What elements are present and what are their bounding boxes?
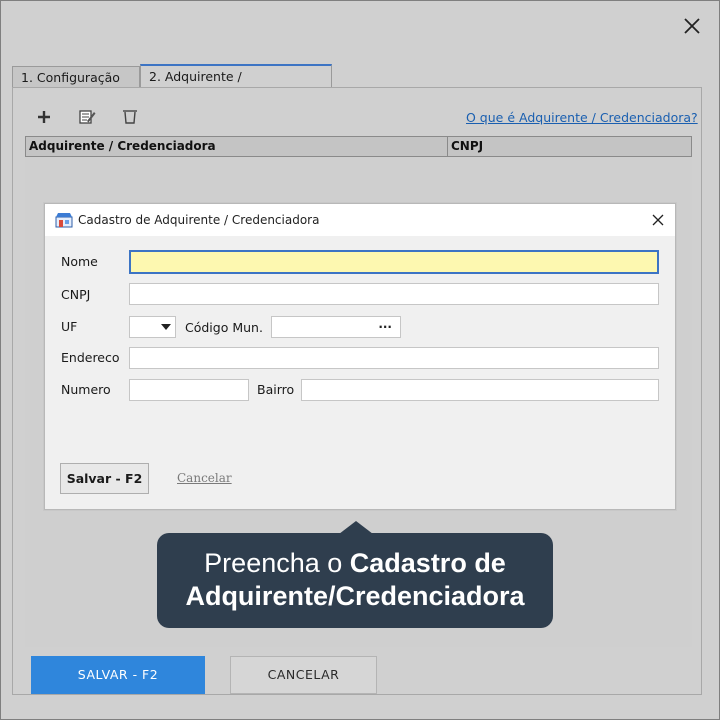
nome-label: Nome <box>61 254 98 269</box>
dialog-cancel-link[interactable]: Cancelar <box>177 471 232 485</box>
store-icon <box>55 213 73 228</box>
cancel-button[interactable]: CANCELAR <box>230 656 377 694</box>
instruction-tooltip: Preencha o Cadastro de Adquirente/Creden… <box>157 533 553 628</box>
tooltip-text-prefix: Preencha o <box>204 548 350 578</box>
codigo-mun-field[interactable]: ··· <box>271 316 401 338</box>
cadastro-dialog: Cadastro de Adquirente / Credenciadora N… <box>44 203 676 510</box>
uf-select[interactable] <box>129 316 176 338</box>
uf-label: UF <box>61 319 78 334</box>
endereco-field[interactable] <box>129 347 659 369</box>
dialog-title-bar: Cadastro de Adquirente / Credenciadora <box>45 204 675 236</box>
plus-icon[interactable] <box>34 107 54 127</box>
dialog-title: Cadastro de Adquirente / Credenciadora <box>78 213 320 227</box>
tab-adquirente-credenciadora[interactable]: 2. Adquirente / Credenciadora <box>140 64 332 106</box>
dialog-close-icon[interactable] <box>651 213 665 227</box>
column-header-cnpj[interactable]: CNPJ <box>448 137 691 156</box>
edit-icon[interactable] <box>77 107 97 127</box>
numero-field[interactable] <box>129 379 249 401</box>
column-header-adquirente[interactable]: Adquirente / Credenciadora <box>26 137 448 156</box>
trash-icon[interactable] <box>120 107 140 127</box>
close-icon[interactable] <box>680 14 704 38</box>
codigo-mun-label: Código Mun. <box>185 320 263 335</box>
save-button[interactable]: SALVAR - F2 <box>31 656 205 694</box>
grid-header: Adquirente / Credenciadora CNPJ <box>25 136 692 157</box>
help-link[interactable]: O que é Adquirente / Credenciadora? <box>466 110 698 125</box>
dialog-save-button[interactable]: Salvar - F2 <box>60 463 149 494</box>
tab-configuracao-tef[interactable]: 1. Configuração TEF <box>12 66 140 107</box>
bairro-label: Bairro <box>257 382 295 397</box>
cnpj-label: CNPJ <box>61 287 91 302</box>
codigo-mun-lookup-button[interactable]: ··· <box>378 320 392 334</box>
nome-field[interactable] <box>129 250 659 274</box>
endereco-label: Endereco <box>61 350 120 365</box>
chevron-down-icon <box>161 324 171 330</box>
numero-label: Numero <box>61 382 111 397</box>
cnpj-field[interactable] <box>129 283 659 305</box>
bairro-field[interactable] <box>301 379 659 401</box>
